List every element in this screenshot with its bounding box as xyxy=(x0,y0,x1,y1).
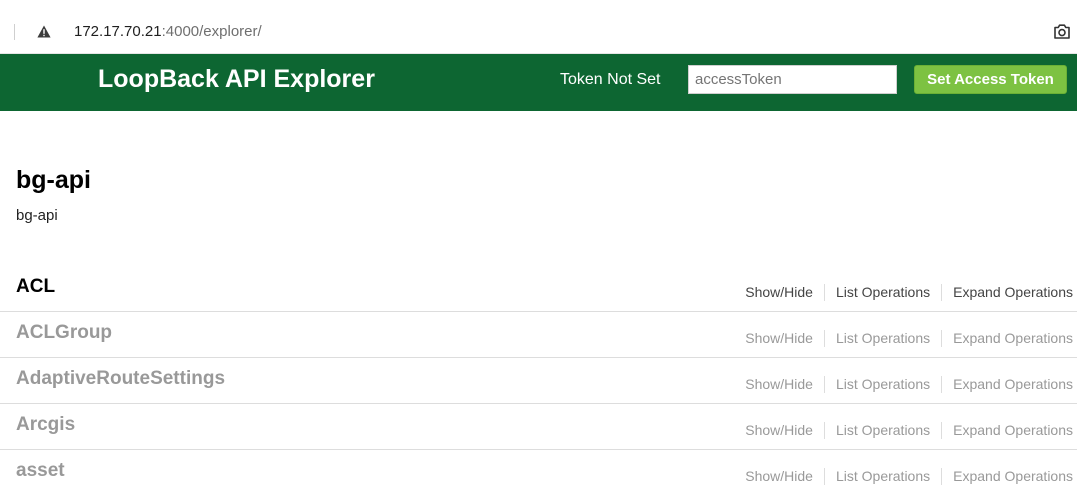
expand-operations-link[interactable]: Expand Operations xyxy=(953,283,1073,301)
show-hide-link[interactable]: Show/Hide xyxy=(745,329,813,347)
divider xyxy=(823,329,825,347)
resource-name[interactable]: ACLGroup xyxy=(16,321,112,345)
expand-operations-link[interactable]: Expand Operations xyxy=(953,467,1073,485)
access-token-input[interactable] xyxy=(688,65,897,94)
resource-name[interactable]: AdaptiveRouteSettings xyxy=(16,367,225,391)
explorer-logo-title[interactable]: LoopBack API Explorer xyxy=(98,64,375,94)
address-bar-divider xyxy=(14,24,15,40)
show-hide-link[interactable]: Show/Hide xyxy=(745,375,813,393)
expand-operations-link[interactable]: Expand Operations xyxy=(953,375,1073,393)
list-operations-link[interactable]: List Operations xyxy=(836,375,930,393)
list-operations-link[interactable]: List Operations xyxy=(836,283,930,301)
url-host: 172.17.70.21 xyxy=(74,23,162,40)
resource-operations: Show/Hide List Operations Expand Operati… xyxy=(745,283,1073,301)
resource-name[interactable]: ACL xyxy=(16,275,55,299)
list-operations-link[interactable]: List Operations xyxy=(836,467,930,485)
address-bar: 172.17.70.21:4000/explorer/ xyxy=(0,0,1077,54)
divider xyxy=(941,375,943,393)
api-description: bg-api xyxy=(16,207,58,224)
resource-name[interactable]: asset xyxy=(16,459,65,483)
show-hide-link[interactable]: Show/Hide xyxy=(745,467,813,485)
divider xyxy=(941,283,943,301)
api-title: bg-api xyxy=(16,166,91,194)
show-hide-link[interactable]: Show/Hide xyxy=(745,283,813,301)
divider xyxy=(941,329,943,347)
resource-row: Arcgis Show/Hide List Operations Expand … xyxy=(0,404,1077,450)
resource-operations: Show/Hide List Operations Expand Operati… xyxy=(745,329,1073,347)
resource-row: ACL Show/Hide List Operations Expand Ope… xyxy=(0,266,1077,312)
resource-row: AdaptiveRouteSettings Show/Hide List Ope… xyxy=(0,358,1077,404)
resource-name[interactable]: Arcgis xyxy=(16,413,75,437)
resource-row: asset Show/Hide List Operations Expand O… xyxy=(0,450,1077,496)
divider xyxy=(823,283,825,301)
list-operations-link[interactable]: List Operations xyxy=(836,421,930,439)
url-path: :4000/explorer/ xyxy=(161,23,262,40)
resource-operations: Show/Hide List Operations Expand Operati… xyxy=(745,421,1073,439)
divider xyxy=(941,421,943,439)
expand-operations-link[interactable]: Expand Operations xyxy=(953,329,1073,347)
divider xyxy=(823,375,825,393)
resource-row: ACLGroup Show/Hide List Operations Expan… xyxy=(0,312,1077,358)
token-status-label: Token Not Set xyxy=(560,71,661,88)
camera-icon[interactable] xyxy=(1053,23,1071,40)
resource-operations: Show/Hide List Operations Expand Operati… xyxy=(745,467,1073,485)
set-access-token-button[interactable]: Set Access Token xyxy=(914,65,1067,94)
show-hide-link[interactable]: Show/Hide xyxy=(745,421,813,439)
resource-list: ACL Show/Hide List Operations Expand Ope… xyxy=(0,266,1077,496)
list-operations-link[interactable]: List Operations xyxy=(836,329,930,347)
divider xyxy=(823,421,825,439)
not-secure-warning-icon[interactable] xyxy=(37,25,51,38)
expand-operations-link[interactable]: Expand Operations xyxy=(953,421,1073,439)
explorer-header: LoopBack API Explorer Token Not Set Set … xyxy=(0,54,1077,111)
resource-operations: Show/Hide List Operations Expand Operati… xyxy=(745,375,1073,393)
url-text[interactable]: 172.17.70.21:4000/explorer/ xyxy=(74,23,262,41)
